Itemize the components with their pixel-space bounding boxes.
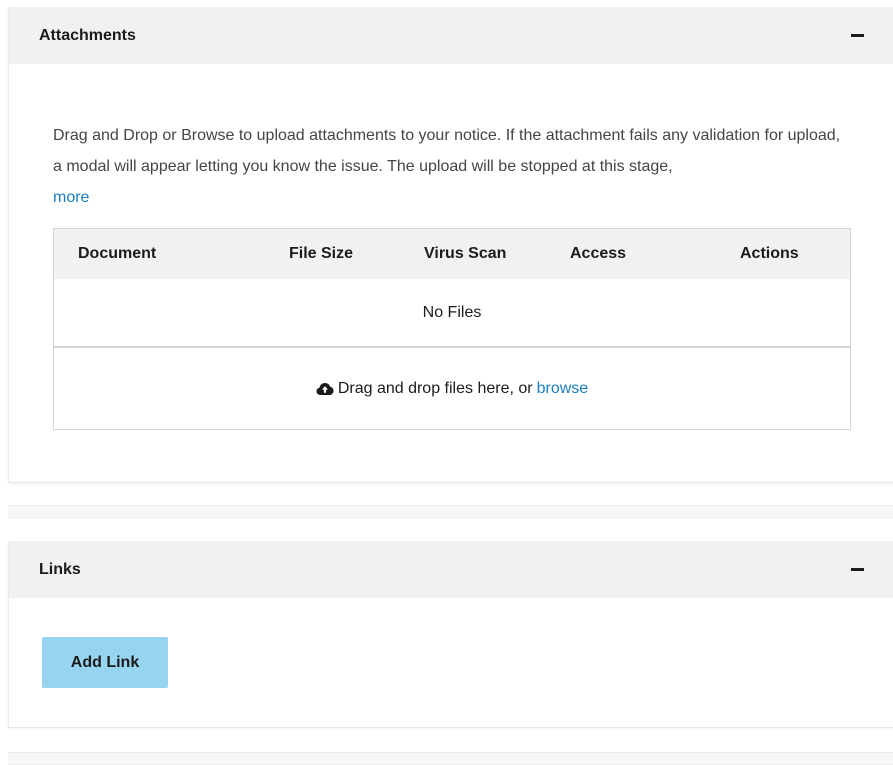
description-text: Drag and Drop or Browse to upload attach…	[53, 127, 841, 175]
column-virus-scan: Virus Scan	[424, 245, 507, 262]
browse-link[interactable]: browse	[537, 380, 589, 398]
table-header: Document File Size Virus Scan Access Act…	[54, 229, 850, 279]
links-collapse-button[interactable]	[847, 560, 867, 580]
section-divider	[8, 505, 893, 518]
minus-icon	[850, 34, 864, 37]
table-empty-row: No Files	[54, 279, 850, 348]
empty-text: No Files	[422, 303, 482, 321]
column-actions: Actions	[740, 245, 799, 262]
column-file-size: File Size	[289, 245, 354, 262]
bottom-divider	[8, 752, 893, 765]
attachments-header[interactable]: Attachments	[9, 7, 893, 64]
column-access: Access	[570, 245, 627, 262]
links-title: Links	[39, 560, 81, 578]
minus-icon	[850, 568, 864, 571]
attachments-table: Document File Size Virus Scan Access Act…	[53, 228, 851, 430]
cloud-upload-icon	[316, 382, 334, 395]
column-document: Document	[78, 245, 157, 262]
attachments-description: Drag and Drop or Browse to upload attach…	[53, 120, 843, 213]
more-link[interactable]: more	[53, 189, 89, 206]
links-panel: Links Add Link	[8, 541, 893, 727]
dropzone-text: Drag and drop files here, or	[337, 379, 533, 397]
attachments-panel: Attachments Drag and Drop or Browse to u…	[8, 7, 893, 482]
add-link-button[interactable]: Add Link	[42, 637, 168, 688]
file-dropzone[interactable]: Drag and drop files here, or browse	[54, 348, 850, 429]
attachments-collapse-button[interactable]	[847, 26, 867, 46]
links-header[interactable]: Links	[9, 541, 893, 598]
attachments-title: Attachments	[39, 26, 136, 44]
